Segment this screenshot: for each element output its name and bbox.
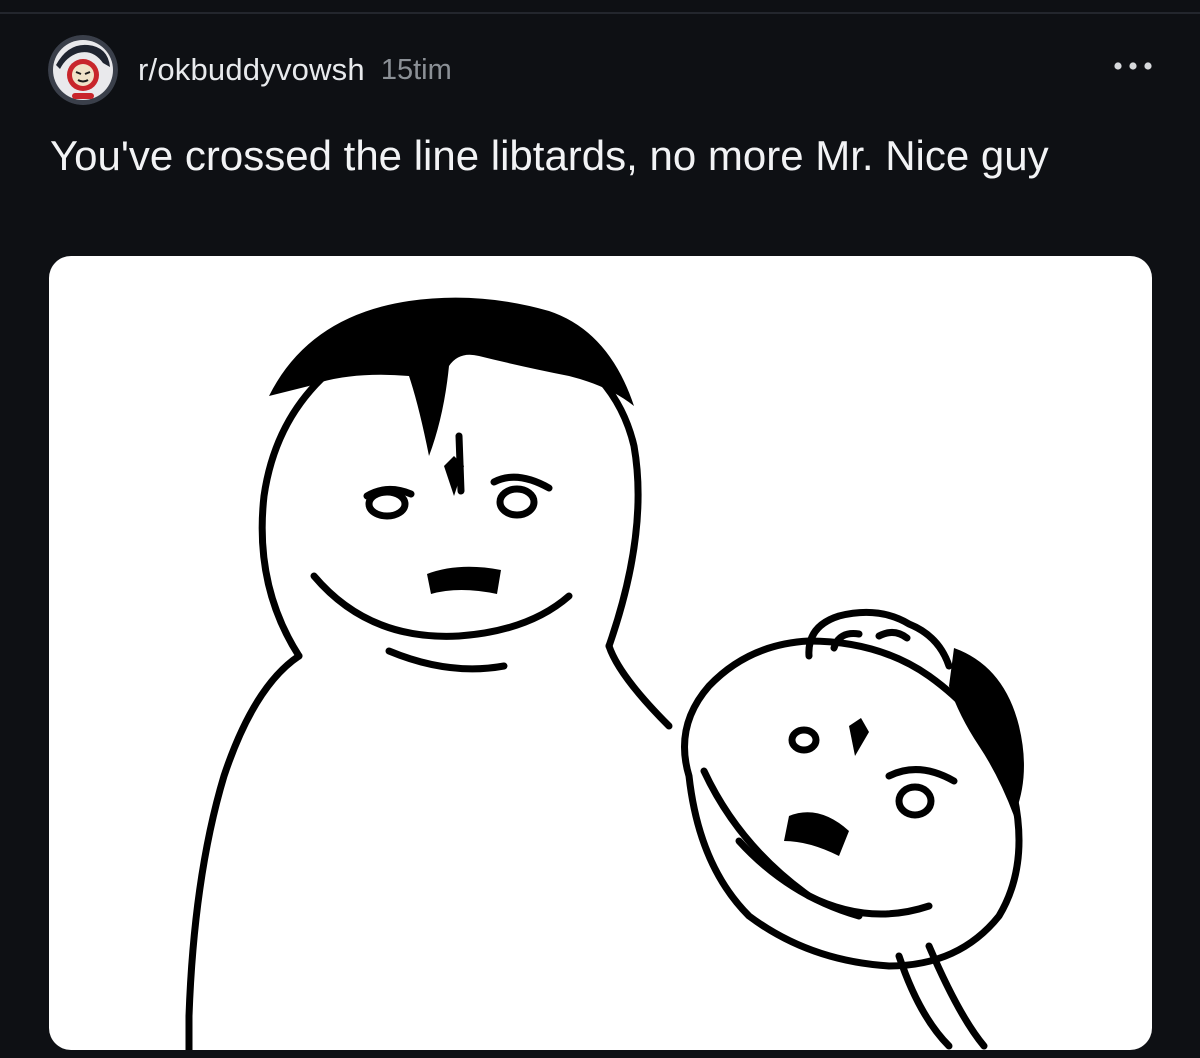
- subreddit-avatar[interactable]: [48, 35, 118, 105]
- more-options-button[interactable]: [1108, 46, 1158, 86]
- post-image[interactable]: [49, 256, 1152, 1050]
- top-divider: [0, 0, 1200, 14]
- post-timestamp: 15tim: [380, 53, 452, 86]
- rage-comic-meme-image: [185, 297, 1024, 1050]
- ellipsis-horizontal-icon: [1114, 62, 1152, 70]
- post-header: r/okbuddyvowsh 15tim: [48, 32, 1158, 108]
- subreddit-name[interactable]: r/okbuddyvowsh: [138, 52, 365, 88]
- post-title[interactable]: You've crossed the line libtards, no mor…: [50, 128, 1150, 183]
